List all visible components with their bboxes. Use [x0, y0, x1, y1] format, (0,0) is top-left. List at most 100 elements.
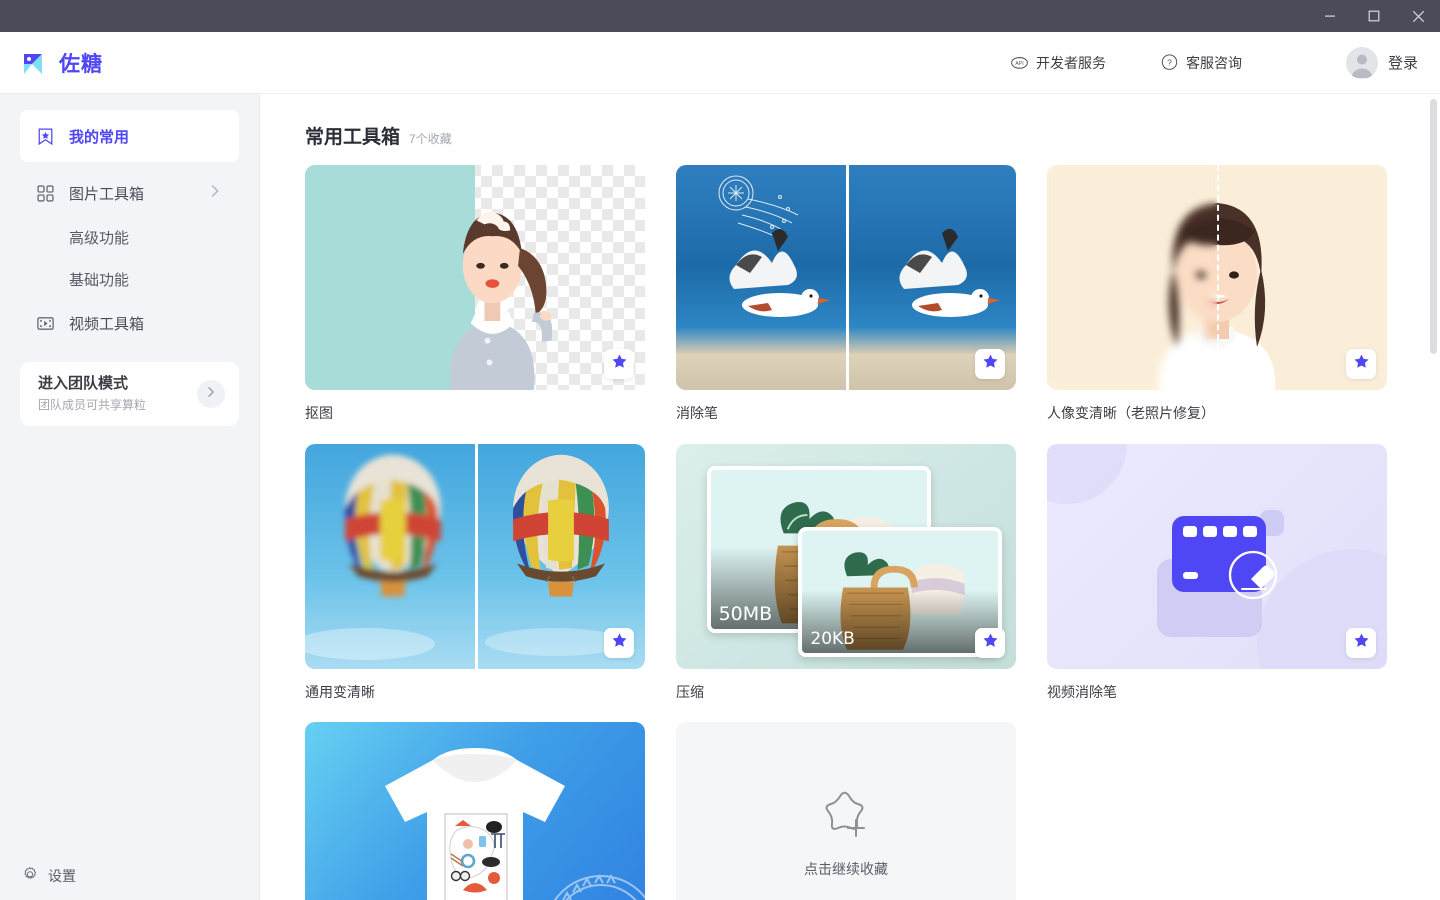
star-filled-icon: [611, 632, 628, 654]
maximize-icon: [1368, 10, 1380, 22]
sidebar-item-basic-features[interactable]: 基础功能: [20, 258, 239, 300]
star-filled-icon: [1353, 632, 1370, 654]
star-filled-icon: [982, 353, 999, 375]
favorite-badge[interactable]: [975, 627, 1005, 658]
star-filled-icon: [611, 353, 628, 375]
favorite-badge[interactable]: [1346, 627, 1376, 658]
close-icon: [1412, 10, 1425, 23]
page-header: 常用工具箱 7个收藏: [305, 122, 1440, 149]
developer-service-label: 开发者服务: [1035, 54, 1106, 71]
video-eraser-illustration: [1157, 509, 1284, 637]
team-mode-title: 进入团队模式: [38, 375, 129, 393]
film-strip-icon: [36, 314, 55, 333]
settings-button[interactable]: 设置: [0, 866, 76, 886]
favorite-badge[interactable]: [975, 349, 1005, 379]
window-titlebar: [0, 0, 1440, 32]
blur-overlay: [1047, 165, 1217, 390]
team-mode-arrow-button[interactable]: [197, 380, 225, 408]
logo-icon: [20, 48, 50, 78]
body-wrapper: 我的常用 图片工具箱 高级功能 基础功能 视频工具箱 进入团队模式 团队成员可共…: [0, 94, 1440, 900]
settings-label: 设置: [48, 868, 76, 884]
svg-text:?: ?: [1167, 57, 1172, 67]
maximize-button[interactable]: [1352, 0, 1396, 32]
tool-thumbnail: [305, 443, 645, 669]
compress-size-result: 20KB: [810, 629, 855, 650]
brand-name: 佐糖: [59, 52, 103, 76]
tool-thumbnail: [676, 165, 1016, 390]
chevron-right-icon: [204, 385, 218, 404]
sidebar-item-label: 图片工具箱: [69, 185, 145, 203]
main-content: 常用工具箱 7个收藏 抠图 消除笔 人像变清晰（老照片修复） 通用变清晰 50M…: [260, 94, 1440, 900]
gull-left: [729, 228, 830, 317]
tool-card-portrait-enhance[interactable]: 人像变清晰（老照片修复）: [1047, 165, 1387, 424]
bookmark-star-icon: [36, 127, 55, 146]
favorite-badge[interactable]: [604, 349, 634, 379]
sidebar-item-advanced-features[interactable]: 高级功能: [20, 216, 239, 258]
sidebar-item-label: 我的常用: [69, 128, 130, 146]
favorite-badge[interactable]: [604, 627, 634, 658]
girl-cutout-illustration: [449, 211, 552, 390]
team-mode-text: 进入团队模式 团队成员可共享算粒: [38, 374, 146, 413]
support-label: 客服咨询: [1185, 54, 1242, 71]
tool-card-compress[interactable]: 50MB 20KB 压缩: [676, 443, 1016, 703]
support-button[interactable]: ? 客服咨询: [1148, 47, 1254, 79]
star-filled-icon: [1353, 353, 1370, 375]
tool-card-tshirt-mockup[interactable]: 添加: [305, 722, 645, 900]
tool-card-video-eraser[interactable]: 视频消除笔: [1047, 443, 1387, 703]
tool-thumbnail: [1047, 165, 1387, 390]
tool-thumbnail: 50MB 20KB: [676, 443, 1016, 669]
compress-size-original: 50MB: [718, 602, 773, 625]
chevron-right-icon: [207, 183, 223, 203]
tool-thumbnail: 添加: [305, 722, 645, 900]
sidebar-item-label: 高级功能: [69, 229, 130, 247]
add-favorite-label: 点击继续收藏: [804, 861, 888, 878]
sidebar-item-image-toolbox[interactable]: 图片工具箱: [20, 170, 239, 216]
add-favorite-card[interactable]: 点击继续收藏: [676, 722, 1016, 900]
sidebar-item-video-toolbox[interactable]: 视频工具箱: [20, 300, 239, 346]
tool-card-label: 压缩: [676, 683, 704, 700]
gull-right: [899, 228, 1000, 317]
login-label: 登录: [1387, 55, 1418, 72]
add-favorite-thumbnail: 点击继续收藏: [676, 722, 1016, 900]
tool-card-general-enhance[interactable]: 通用变清晰: [305, 443, 645, 703]
developer-service-button[interactable]: API 开发者服务: [998, 47, 1118, 79]
team-mode-card[interactable]: 进入团队模式 团队成员可共享算粒: [20, 362, 239, 426]
main-inner: 常用工具箱 7个收藏 抠图 消除笔 人像变清晰（老照片修复） 通用变清晰 50M…: [260, 94, 1440, 900]
tshirt-illustration: 添加: [385, 748, 645, 900]
app-header: 佐糖 API 开发者服务 ? 客服咨询 登录: [0, 32, 1440, 94]
grid-squares-icon: [36, 184, 55, 203]
sidebar-item-my-favorites[interactable]: 我的常用: [20, 110, 239, 162]
tool-card-label: 人像变清晰（老照片修复）: [1047, 405, 1215, 421]
favorites-count: 7个收藏: [409, 132, 452, 146]
tool-card-eraser[interactable]: 消除笔: [676, 165, 1016, 424]
svg-text:API: API: [1015, 61, 1023, 67]
tool-card-label: 抠图: [305, 405, 333, 421]
before-after-divider: [1217, 165, 1219, 390]
tool-thumbnail: [305, 165, 645, 390]
favorite-badge[interactable]: [1346, 349, 1376, 379]
star-plus-outline-icon: [818, 790, 874, 847]
close-button[interactable]: [1396, 0, 1440, 32]
sidebar-item-label: 视频工具箱: [69, 315, 145, 333]
tools-grid: 抠图 消除笔 人像变清晰（老照片修复） 通用变清晰 50MB 20KB 压缩 视…: [305, 165, 1440, 900]
page-title: 常用工具箱: [305, 127, 401, 148]
tool-card-label: 消除笔: [676, 405, 718, 421]
compress-image-result: 20KB: [798, 526, 1003, 658]
main-scrollbar-thumb[interactable]: [1430, 99, 1437, 354]
before-after-divider: [846, 165, 849, 390]
gear-icon: [22, 866, 39, 886]
star-filled-icon: [982, 632, 999, 654]
avatar: [1345, 46, 1378, 79]
tool-card-cutout[interactable]: 抠图: [305, 165, 645, 424]
minimize-button[interactable]: [1308, 0, 1352, 32]
tool-card-label: 通用变清晰: [305, 683, 375, 700]
team-mode-subtitle: 团队成员可共享算粒: [38, 397, 147, 412]
question-circle-icon: ?: [1160, 53, 1179, 72]
main-scrollbar-track[interactable]: [1428, 94, 1440, 900]
brand-logo-group[interactable]: 佐糖: [20, 48, 103, 78]
minimize-icon: [1324, 10, 1336, 22]
login-button[interactable]: 登录: [1345, 46, 1418, 79]
tool-card-label: 视频消除笔: [1047, 683, 1117, 700]
sidebar-item-label: 基础功能: [69, 271, 130, 289]
